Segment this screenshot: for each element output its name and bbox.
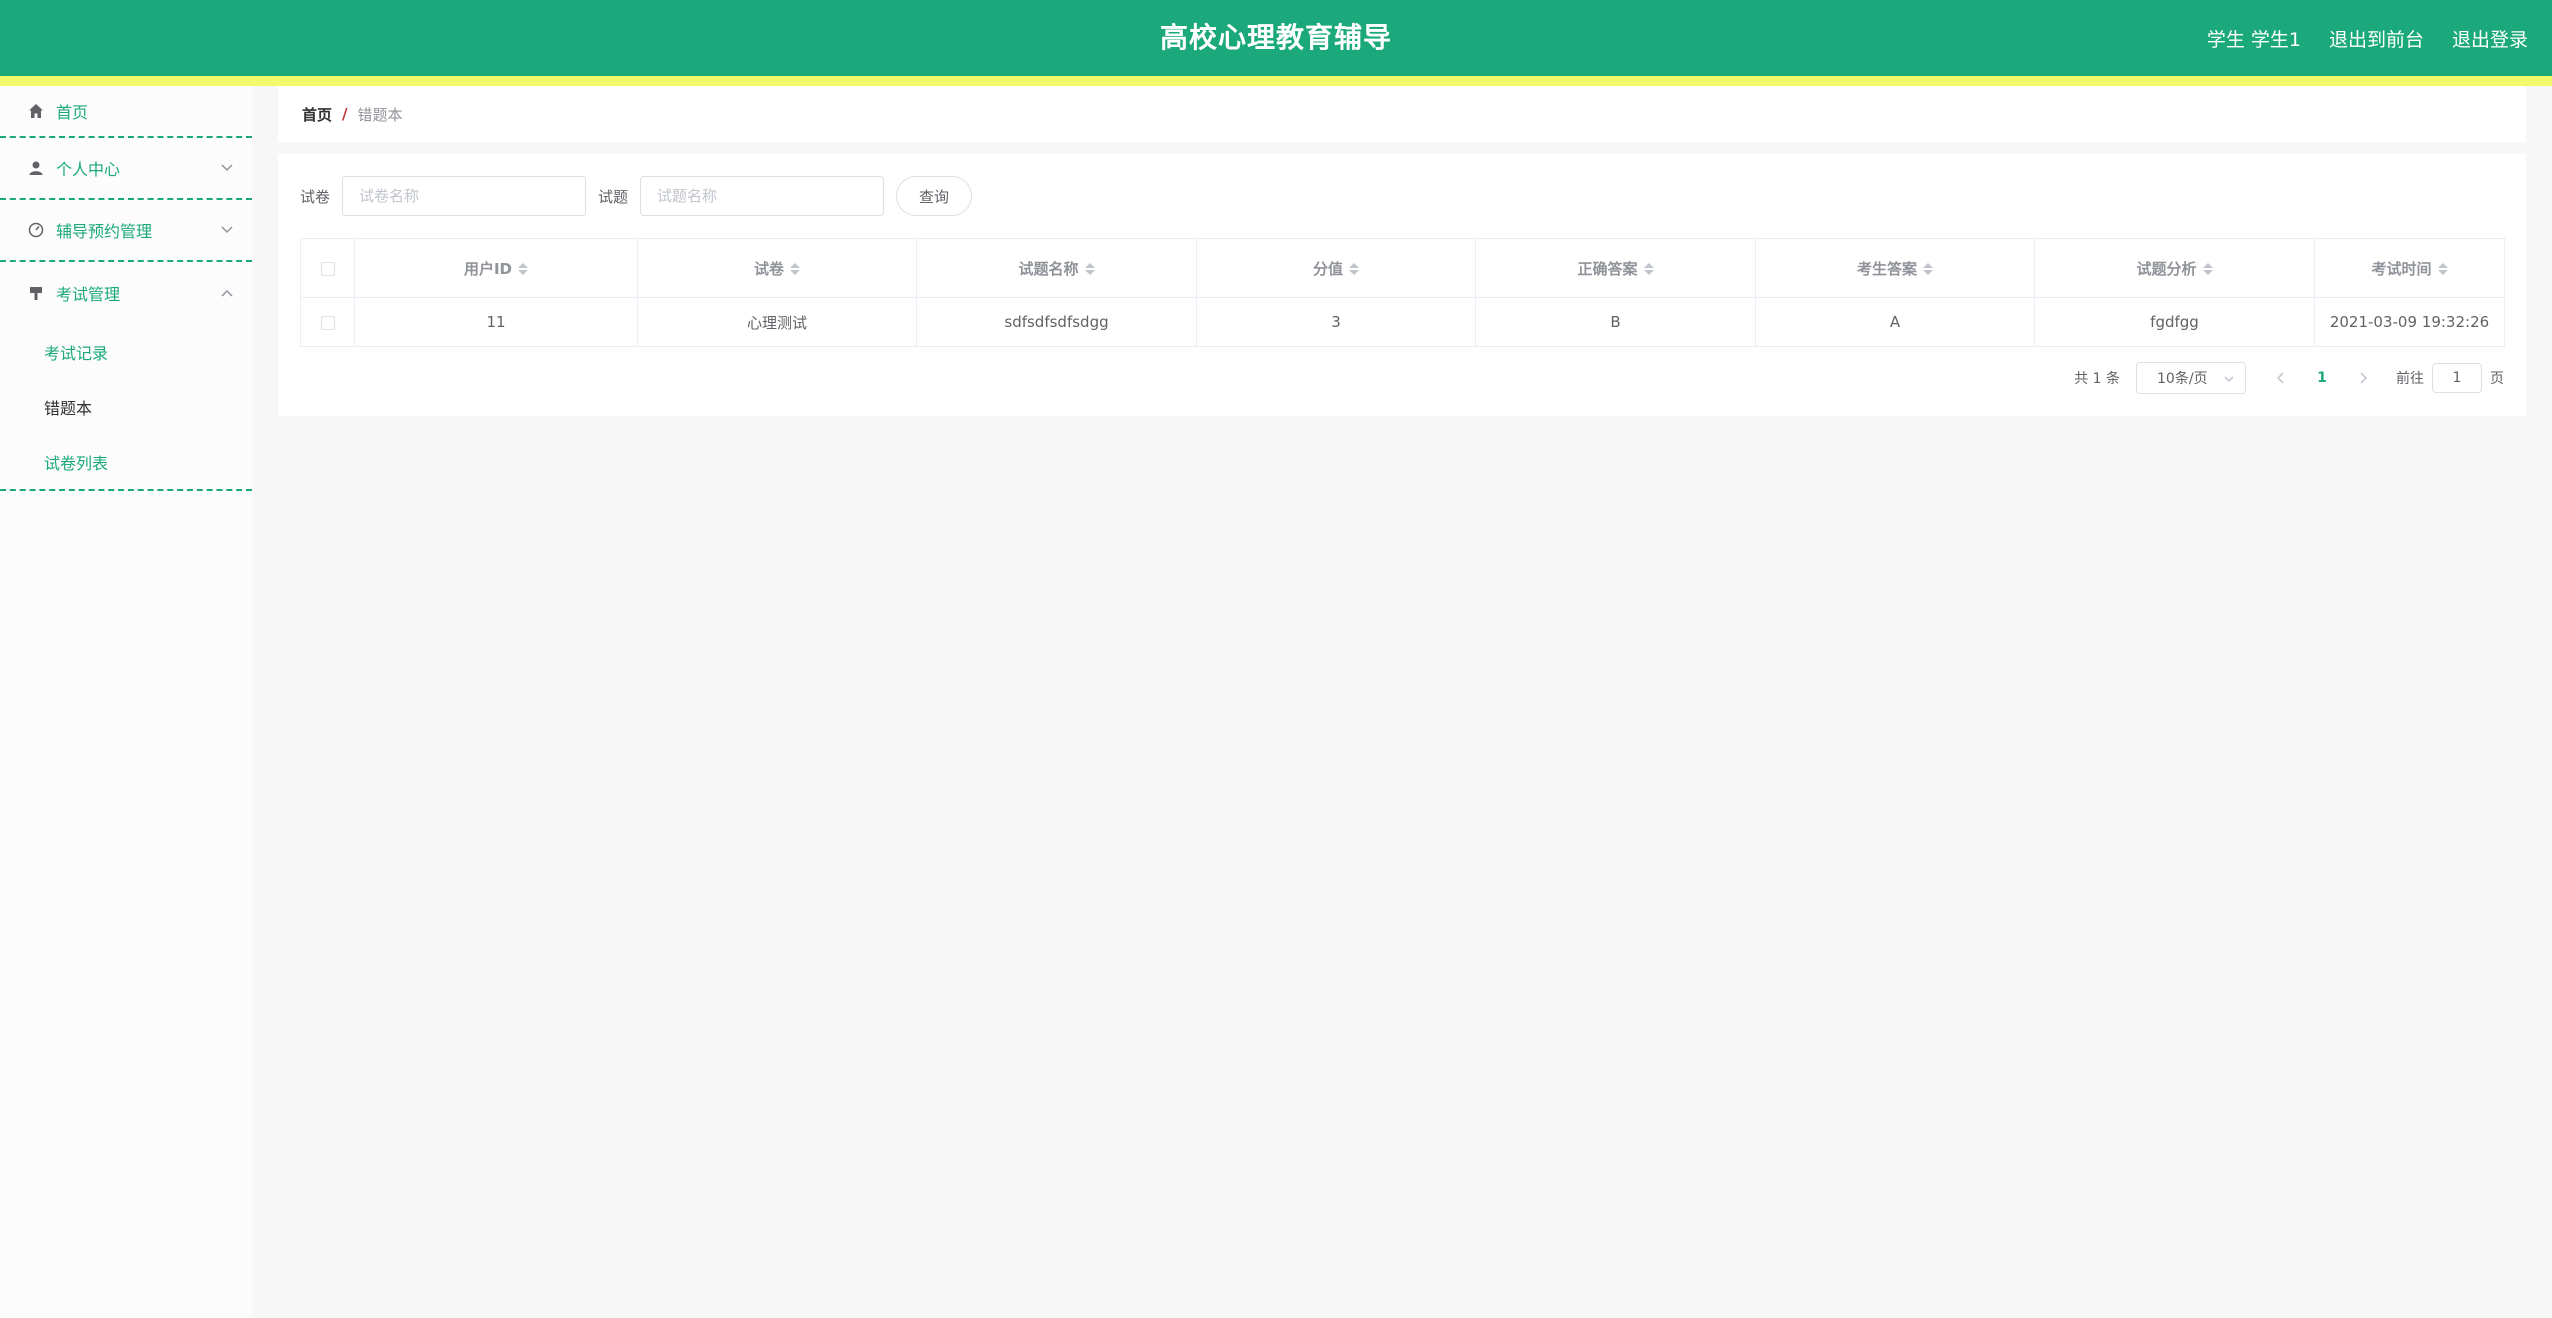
table-row: 11 心理测试 sdfsdfsdfsdgg 3 B A fgdfgg 2021-… [300,297,2505,347]
wrong-questions-table: 用户ID 试卷 试题名称 分值 正确答案 考生答案 试题分析 考试时间 11 心… [300,238,2505,347]
select-all-cell [300,238,355,298]
sidebar: 首页 个人中心 辅导预约管理 考试管理 考试记录 错题本 试卷列表 [0,86,252,1318]
table-cell: sdfsdfsdfsdgg [916,297,1197,347]
sort-icon[interactable] [790,261,800,277]
table-cell: 3 [1196,297,1476,347]
column-header[interactable]: 试卷 [637,238,917,298]
sidebar-subitem-wrong-questions[interactable]: 错题本 [0,379,252,434]
sidebar-item-label: 首页 [56,103,89,122]
header-actions: 学生 学生1 退出到前台 退出登录 [2207,0,2528,76]
column-header[interactable]: 试题分析 [2034,238,2315,298]
chevron-down-icon [220,223,234,237]
breadcrumb: 首页 / 错题本 [278,86,2526,142]
goto-suffix: 页 [2490,371,2504,387]
column-header[interactable]: 正确答案 [1475,238,1756,298]
breadcrumb-current: 错题本 [357,105,403,124]
table-cell: A [1755,297,2035,347]
sidebar-item-appointment-management[interactable]: 辅导预约管理 [0,200,252,262]
sidebar-subitem-paper-list[interactable]: 试卷列表 [0,434,252,489]
table-cell: 11 [354,297,638,347]
question-label: 试题 [598,187,629,206]
paper-label: 试卷 [300,187,331,206]
table-cell: 心理测试 [637,297,917,347]
page-number-button[interactable]: 1 [2302,362,2342,394]
page-jumper: 前往 页 [2396,363,2504,393]
page-size-select[interactable]: 10条/页 [2136,362,2246,394]
search-form: 试卷 试题 查询 [300,176,973,216]
table-cell: B [1475,297,1756,347]
logout-link[interactable]: 退出登录 [2452,25,2528,52]
column-header[interactable]: 用户ID [354,238,638,298]
sort-icon[interactable] [1923,261,1933,277]
sidebar-item-home[interactable]: 首页 [0,86,252,138]
next-page-button[interactable] [2348,362,2378,394]
prev-page-button[interactable] [2266,362,2296,394]
chevron-down-icon [2224,376,2234,383]
exit-to-frontend-link[interactable]: 退出到前台 [2329,25,2424,52]
current-user: 学生 学生1 [2206,28,2301,51]
row-select-cell [300,297,355,347]
sidebar-item-label: 个人中心 [56,160,121,179]
sidebar-item-exam-management[interactable]: 考试管理 [0,262,252,324]
sidebar-item-personal-center[interactable]: 个人中心 [0,138,252,200]
sort-icon[interactable] [2437,261,2448,277]
goto-page-input[interactable] [2432,363,2482,393]
chevron-down-icon [220,161,234,175]
sort-icon[interactable] [2202,261,2213,277]
table-header-row: 用户ID 试卷 试题名称 分值 正确答案 考生答案 试题分析 考试时间 [300,238,2505,298]
select-all-checkbox[interactable] [320,261,335,276]
user-icon [26,158,46,178]
sort-icon[interactable] [518,261,529,277]
chevron-left-icon [2276,372,2284,384]
exam-icon [26,283,46,303]
chevron-up-icon [220,286,234,300]
pagination: 共 1 条 10条/页 1 前往 页 [2074,362,2504,394]
table-cell: 2021-03-09 19:32:26 [2314,297,2505,347]
table-cell: fgdfgg [2034,297,2315,347]
dashboard-icon [26,220,46,240]
breadcrumb-separator: / [342,105,348,123]
header-stripe [0,76,2552,86]
column-header[interactable]: 试题名称 [916,238,1197,298]
app-title: 高校心理教育辅导 [1159,21,1392,54]
question-name-input[interactable] [640,176,885,216]
pagination-total: 共 1 条 [2074,371,2120,387]
sort-icon[interactable] [1084,261,1095,277]
home-icon [26,101,46,121]
sidebar-subitem-exam-records[interactable]: 考试记录 [0,324,252,379]
sidebar-item-label: 辅导预约管理 [56,222,153,241]
content-card: 试卷 试题 查询 用户ID 试卷 试题名称 分值 正确答案 考生答案 试题分析 … [278,154,2526,416]
sort-icon[interactable] [1349,261,1359,277]
column-header[interactable]: 分值 [1196,238,1476,298]
page-size-value: 10条/页 [2157,371,2208,387]
column-header[interactable]: 考生答案 [1755,238,2035,298]
sidebar-group-exam-management: 考试管理 考试记录 错题本 试卷列表 [0,262,252,491]
goto-prefix: 前往 [2396,371,2424,387]
sidebar-item-label: 考试管理 [56,285,121,304]
row-checkbox[interactable] [320,315,335,330]
column-header[interactable]: 考试时间 [2314,238,2505,298]
top-header: 高校心理教育辅导 学生 学生1 退出到前台 退出登录 [0,0,2552,76]
paper-name-input[interactable] [342,176,587,216]
chevron-right-icon [2360,372,2368,384]
breadcrumb-home[interactable]: 首页 [302,104,332,125]
sort-icon[interactable] [1643,261,1654,277]
search-button[interactable]: 查询 [896,176,973,216]
